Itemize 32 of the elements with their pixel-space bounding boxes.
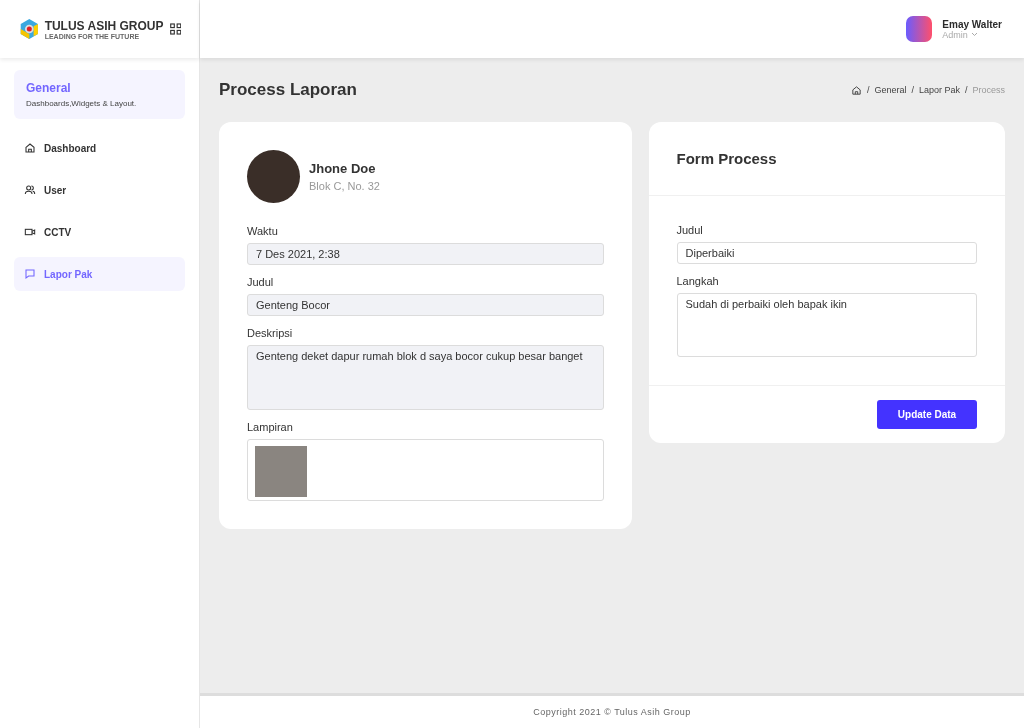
field-label: Deskripsi: [247, 327, 294, 339]
brand-name: TULUS ASIH GROUP: [44, 18, 164, 33]
card-title: Form Process: [648, 122, 1005, 196]
field-label: Judul: [247, 276, 275, 288]
group-subtitle: Dashboards,Widgets & Layout.: [26, 99, 138, 108]
sidebar-item[interactable]: Lapor Pak: [14, 257, 185, 291]
field-label: Lampiran: [247, 421, 294, 433]
breadcrumb-separator: /: [964, 85, 968, 95]
page-title: Process Laporan: [219, 80, 357, 100]
input-field[interactable]: Diperbaiki: [676, 242, 977, 264]
field-label: Langkah: [676, 275, 720, 287]
home-icon[interactable]: [850, 84, 862, 96]
user-name: Emay Walter: [942, 18, 1002, 30]
breadcrumb-item[interactable]: General: [874, 85, 907, 95]
group-title: General: [26, 81, 72, 95]
breadcrumb-item: Process: [972, 85, 1005, 95]
field-label: Waktu: [247, 225, 279, 237]
sidebar-item[interactable]: Dashboard: [14, 131, 185, 165]
avatar[interactable]: [906, 16, 933, 42]
reporter-name: Jhone Doe: [309, 161, 377, 176]
sidebar-item[interactable]: User: [14, 173, 185, 207]
avatar-placeholder: [247, 150, 300, 203]
grid-icon[interactable]: [169, 21, 181, 37]
reporter-address: Blok C, No. 32: [309, 180, 380, 192]
footer-text: Copyright 2021 © Tulus Asih Group: [533, 707, 691, 717]
breadcrumb-item[interactable]: Lapor Pak: [918, 85, 960, 95]
text-area[interactable]: Sudah di perbaiki oleh bapak ikin: [676, 293, 977, 357]
sidebar-item[interactable]: CCTV: [14, 215, 185, 249]
breadcrumb-separator: /: [911, 85, 914, 95]
update-button[interactable]: Update Data: [877, 400, 977, 429]
field-label: Judul: [676, 224, 704, 236]
breadcrumb-separator: /: [866, 85, 870, 95]
